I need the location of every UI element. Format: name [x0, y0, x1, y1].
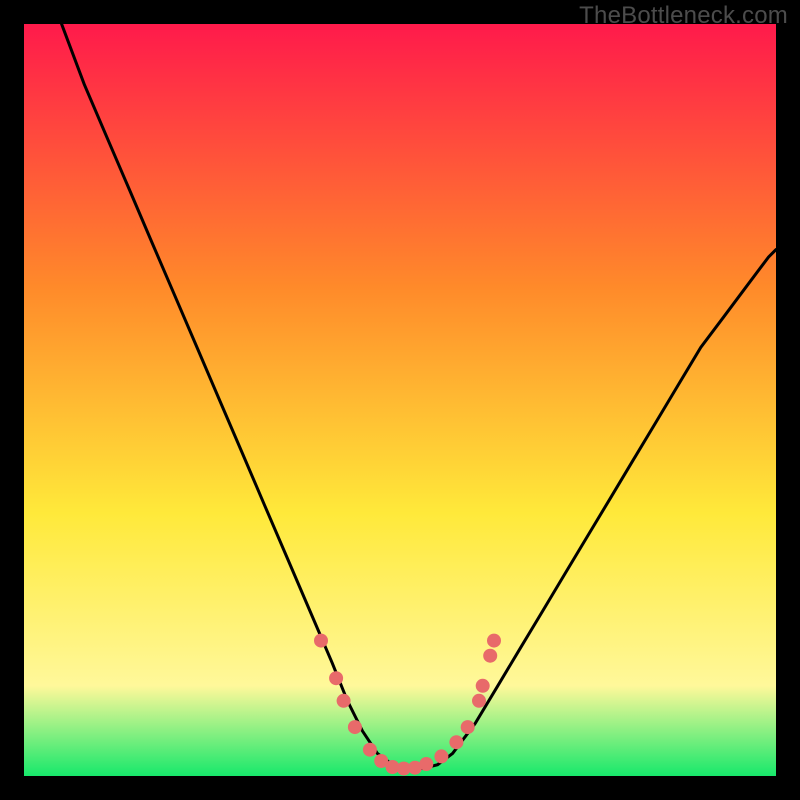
- curve-marker: [337, 694, 351, 708]
- curve-marker: [314, 634, 328, 648]
- gradient-bg: [24, 24, 776, 776]
- chart-frame: [24, 24, 776, 776]
- curve-marker: [487, 634, 501, 648]
- curve-marker: [483, 649, 497, 663]
- curve-marker: [449, 735, 463, 749]
- curve-marker: [363, 743, 377, 757]
- curve-marker: [434, 749, 448, 763]
- curve-marker: [329, 671, 343, 685]
- curve-marker: [348, 720, 362, 734]
- curve-marker: [461, 720, 475, 734]
- curve-marker: [419, 757, 433, 771]
- curve-marker: [476, 679, 490, 693]
- watermark-text: TheBottleneck.com: [579, 2, 788, 30]
- bottleneck-chart: [24, 24, 776, 776]
- curve-marker: [472, 694, 486, 708]
